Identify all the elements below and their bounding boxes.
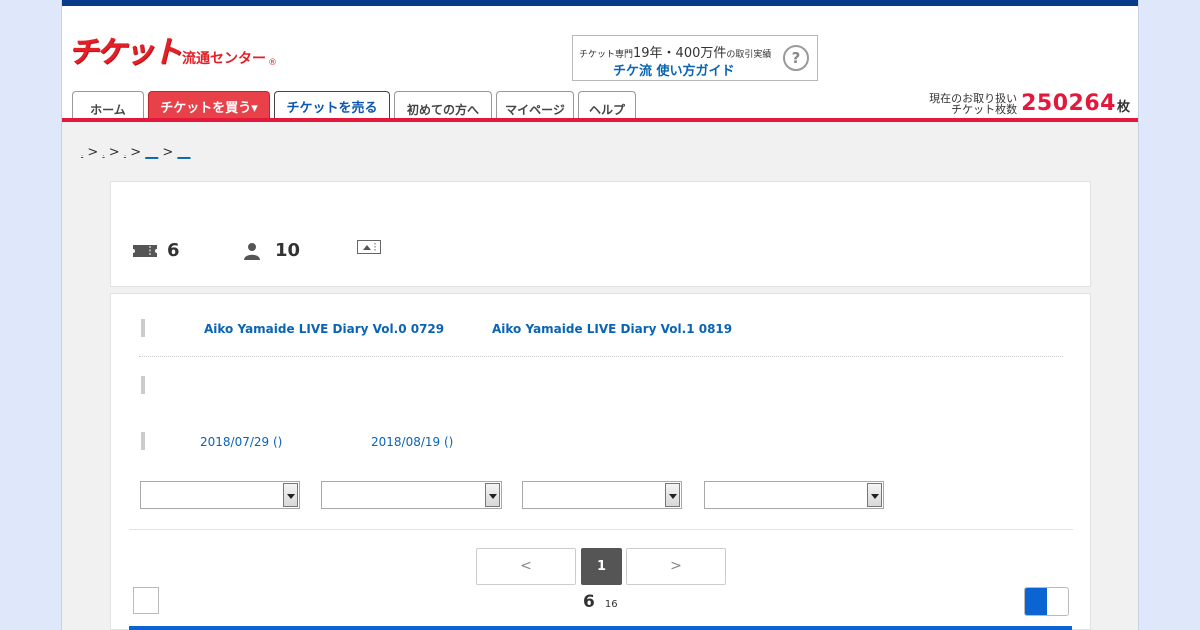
section-marker	[141, 432, 145, 450]
summary-card: 6 10	[110, 181, 1091, 287]
ticket-count-label: 現在のお取り扱い チケット枚数	[929, 93, 1017, 115]
page: チケット 流通センター ® チケット専門19年・400万件の取引実績 チケ流 使…	[61, 0, 1139, 630]
guide-title: チケ流 使い方ガイド	[613, 64, 735, 79]
tab-sell-tickets[interactable]: チケットを売る	[274, 91, 390, 119]
ticket-count-value: 250264	[1021, 91, 1116, 116]
breadcrumb: . > . > . > __ > __	[81, 145, 190, 160]
section-marker	[141, 376, 145, 394]
ticket-icon	[133, 244, 157, 257]
tab-first-time[interactable]: 初めての方へ	[394, 91, 492, 119]
guide-tagline: チケット専門19年・400万件の取引実績	[579, 42, 771, 61]
people-count-number: 10	[275, 240, 301, 261]
select-checkbox[interactable]	[133, 587, 159, 614]
event-listing-card: Aiko Yamaide LIVE Diary Vol.0 0729 Aiko …	[110, 293, 1091, 630]
bottom-blue-bar	[129, 626, 1072, 630]
event-link[interactable]: Aiko Yamaide LIVE Diary Vol.1 0819	[492, 322, 732, 336]
chevron-down-icon	[283, 483, 298, 507]
toggle-knob	[1025, 588, 1047, 615]
logo-sub-text: 流通センター	[182, 51, 266, 67]
divider	[139, 356, 1063, 357]
chevron-down-icon	[665, 483, 680, 507]
tab-my-page[interactable]: マイページ	[496, 91, 574, 119]
breadcrumb-separator: >	[162, 145, 174, 160]
breadcrumb-item[interactable]: __	[145, 145, 158, 160]
chevron-down-icon	[867, 483, 882, 507]
tab-home[interactable]: ホーム	[72, 91, 144, 119]
filter-select-1[interactable]	[140, 481, 300, 509]
guide-tagline-big: 19年・400万件	[633, 46, 727, 61]
ticket-count-number: 6	[167, 240, 180, 261]
breadcrumb-item[interactable]: __	[177, 145, 190, 160]
header-red-line	[62, 118, 1138, 122]
prev-page-button[interactable]: <	[476, 548, 576, 585]
breadcrumb-item[interactable]: .	[124, 150, 126, 158]
site-header: チケット 流通センター ® チケット専門19年・400万件の取引実績 チケ流 使…	[62, 6, 1138, 120]
usage-guide-banner[interactable]: チケット専門19年・400万件の取引実績 チケ流 使い方ガイド ?	[572, 35, 818, 81]
logo-main-text: チケット	[68, 35, 182, 70]
guide-tagline-suffix: の取引実績	[726, 50, 772, 60]
event-date-link[interactable]: 2018/07/29 ()	[200, 435, 282, 449]
filter-select-3[interactable]	[522, 481, 682, 509]
guide-tagline-prefix: チケット専門	[579, 50, 634, 60]
current-page-button[interactable]: 1	[581, 548, 622, 585]
breadcrumb-item[interactable]: .	[102, 150, 104, 158]
divider	[129, 529, 1073, 530]
tab-help[interactable]: ヘルプ	[578, 91, 636, 119]
person-icon	[244, 242, 260, 260]
tab-buy-tickets[interactable]: チケットを買う▾	[148, 91, 270, 119]
filter-select-4[interactable]	[704, 481, 884, 509]
result-total: 6 16	[583, 592, 618, 612]
event-date-link[interactable]: 2018/08/19 ()	[371, 435, 453, 449]
help-question-icon: ?	[783, 45, 809, 71]
registered-mark: ®	[268, 58, 277, 68]
ticket-count-label-line2: チケット枚数	[951, 103, 1018, 116]
next-page-button[interactable]: >	[626, 548, 726, 585]
section-marker	[141, 319, 145, 337]
people-stat: 10	[243, 240, 300, 261]
ticket-count-unit: 枚	[1116, 100, 1130, 115]
breadcrumb-item[interactable]: .	[81, 150, 83, 158]
view-toggle[interactable]	[1024, 587, 1069, 616]
image-icon	[357, 240, 381, 254]
breadcrumb-separator: >	[108, 145, 120, 160]
breadcrumb-separator: >	[130, 145, 142, 160]
ticket-count: 現在のお取り扱い チケット枚数 250264 枚	[929, 91, 1130, 116]
site-logo[interactable]: チケット 流通センター ®	[68, 35, 277, 70]
event-link[interactable]: Aiko Yamaide LIVE Diary Vol.0 0729	[204, 322, 444, 336]
breadcrumb-separator: >	[87, 145, 99, 160]
ticket-stat: 6	[133, 240, 180, 261]
chevron-down-icon	[485, 483, 500, 507]
image-stat	[357, 240, 381, 254]
result-sub-count: 16	[604, 599, 618, 610]
filter-select-2[interactable]	[321, 481, 502, 509]
result-count: 6	[583, 592, 595, 612]
